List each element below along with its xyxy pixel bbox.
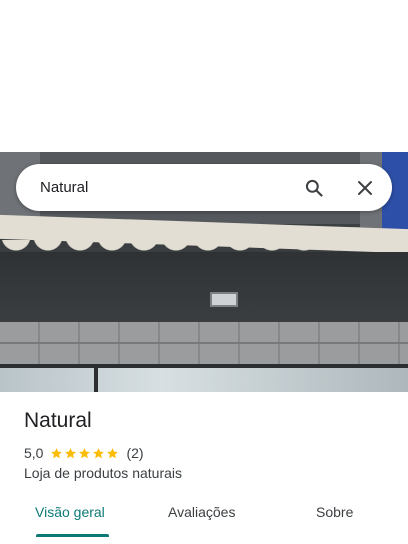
tab-reviews[interactable]: Avaliações bbox=[168, 504, 235, 520]
photo-ceiling-light bbox=[210, 292, 238, 307]
star-icon bbox=[93, 447, 105, 458]
star-icon bbox=[65, 447, 77, 458]
clear-button[interactable] bbox=[351, 174, 379, 202]
tab-bar: Visão geral Avaliações Sobre bbox=[0, 494, 408, 538]
search-bar bbox=[16, 164, 392, 211]
search-input[interactable] bbox=[40, 176, 280, 198]
place-category[interactable]: Loja de produtos naturais bbox=[24, 465, 182, 481]
tab-about[interactable]: Sobre bbox=[316, 504, 353, 520]
search-button[interactable] bbox=[300, 174, 328, 202]
active-tab-indicator bbox=[36, 534, 109, 537]
photo-brick-wall bbox=[0, 322, 408, 364]
rating-stars bbox=[50, 447, 120, 460]
map-blank-area bbox=[0, 0, 408, 152]
review-count: (2) bbox=[126, 445, 144, 461]
close-icon bbox=[358, 181, 372, 195]
tab-overview[interactable]: Visão geral bbox=[35, 504, 105, 520]
search-icon bbox=[305, 179, 323, 197]
star-icon bbox=[79, 447, 91, 458]
star-icon bbox=[51, 447, 63, 458]
photo-ceiling bbox=[0, 252, 408, 322]
rating-value: 5,0 bbox=[24, 445, 44, 461]
star-icon bbox=[107, 447, 119, 458]
rating-row[interactable]: 5,0 (2) bbox=[24, 444, 144, 462]
photo-storefront-glass bbox=[0, 364, 408, 392]
photo-window-frame bbox=[94, 368, 98, 392]
place-title: Natural bbox=[24, 409, 92, 432]
